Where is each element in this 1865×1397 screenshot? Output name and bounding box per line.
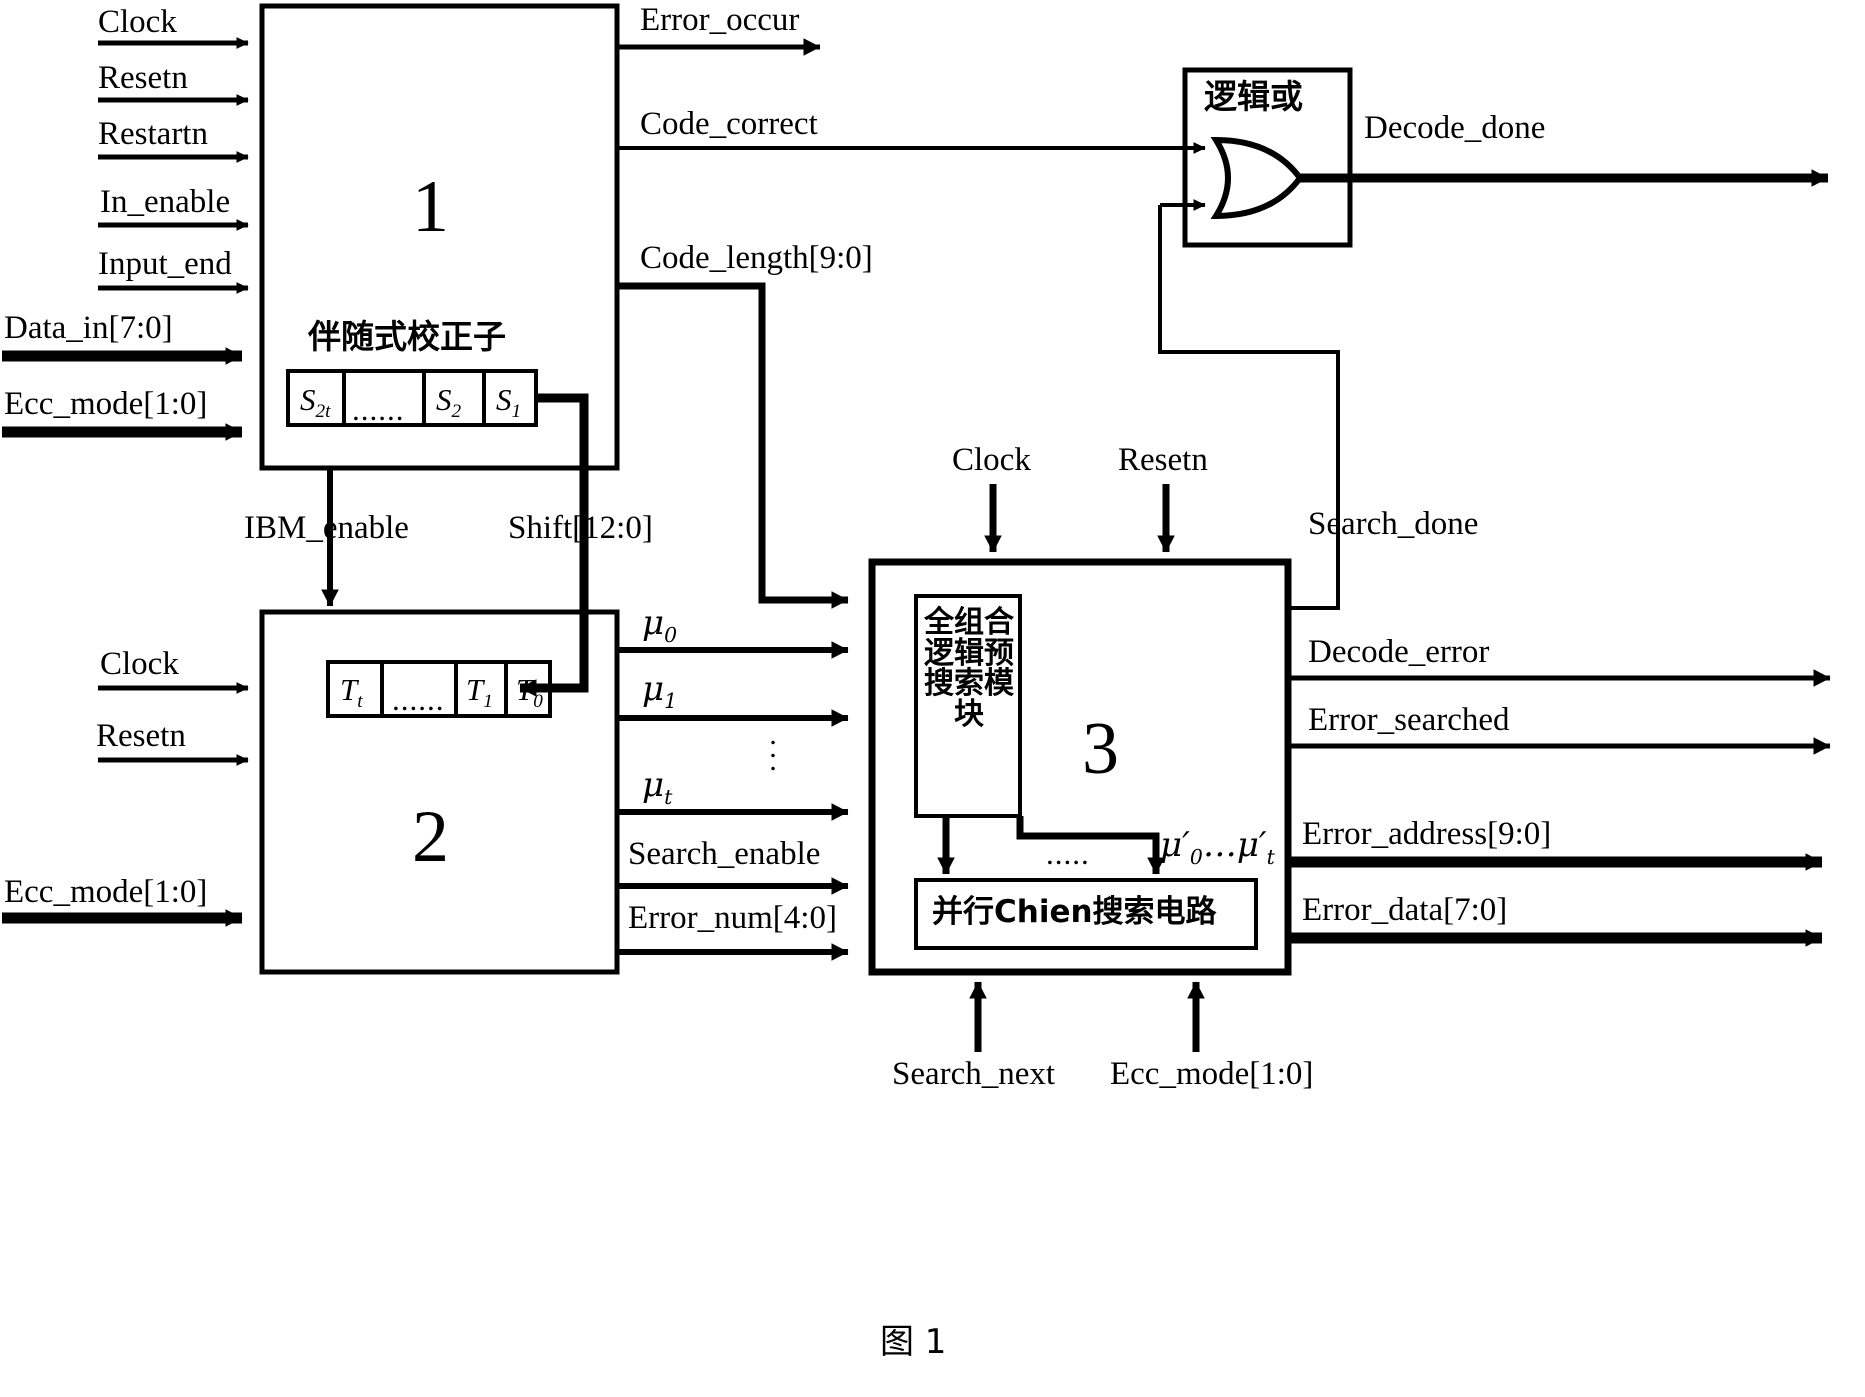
signal-label-ecc-mode-1: Ecc_mode[1:0] <box>4 386 208 422</box>
signal-label-clock-3: Clock <box>952 442 1031 478</box>
signal-label-code-length: Code_length[9:0] <box>640 240 873 276</box>
signal-label-error-data: Error_data[7:0] <box>1302 892 1508 928</box>
signal-label-ibm-enable: IBM_enable <box>244 510 409 546</box>
signal-label-resetn-3: Resetn <box>1118 442 1208 478</box>
signal-label-error-num: Error_num[4:0] <box>628 900 837 936</box>
t-register-cell-t0: T0 <box>516 672 543 713</box>
block-2-number: 2 <box>412 796 449 878</box>
signal-label-code-correct: Code_correct <box>640 106 818 142</box>
figure-canvas: Clock Resetn Restartn In_enable Input_en… <box>0 0 1865 1397</box>
signal-label-resetn-1: Resetn <box>98 60 188 96</box>
mu-prime-ellipsis: ..... <box>1046 836 1090 871</box>
signal-label-input-end: Input_end <box>98 246 232 282</box>
t-register-cell-t1: T1 <box>466 672 493 713</box>
syndrome-cell-ellipsis: ...... <box>352 392 405 427</box>
figure-caption: 图 1 <box>880 1322 947 1362</box>
or-gate-title: 逻辑或 <box>1204 77 1303 116</box>
presearch-module-label: 全组合逻辑预搜索模块 <box>924 605 1014 732</box>
block-1-number: 1 <box>412 166 449 248</box>
signal-label-resetn-2: Resetn <box>96 718 186 754</box>
signal-label-mu-0: μ0 <box>642 603 678 647</box>
signal-label-in-enable: In_enable <box>100 184 231 220</box>
signal-label-mu-1: μ1 <box>642 669 678 713</box>
mu-prime-bus-label: μ′0…μ′t <box>1160 825 1275 869</box>
signal-label-ecc-mode-2: Ecc_mode[1:0] <box>4 874 208 910</box>
signal-label-error-occur: Error_occur <box>640 2 800 38</box>
signal-label-search-enable: Search_enable <box>628 836 821 872</box>
signal-label-mu-t: μt <box>642 765 673 809</box>
block-1-inner-title: 伴随式校正子 <box>308 317 506 356</box>
signal-label-search-done: Search_done <box>1308 506 1479 542</box>
signal-label-decode-error: Decode_error <box>1308 634 1490 670</box>
t-register-cell-ellipsis: ...... <box>392 682 445 717</box>
syndrome-cell-s2t: S2t <box>300 382 331 423</box>
signal-label-error-address: Error_address[9:0] <box>1302 816 1552 852</box>
signal-label-clock-1: Clock <box>98 4 177 40</box>
signal-label-clock-2: Clock <box>100 646 179 682</box>
syndrome-cell-s1: S1 <box>496 382 522 423</box>
syndrome-cell-s2: S2 <box>436 382 462 423</box>
signal-label-data-in: Data_in[7:0] <box>4 310 173 346</box>
signal-label-decode-done: Decode_done <box>1364 110 1546 146</box>
signal-label-search-next: Search_next <box>892 1056 1056 1092</box>
t-register-cell-tt: Tt <box>340 672 363 713</box>
signal-label-ecc-mode-3: Ecc_mode[1:0] <box>1110 1056 1314 1092</box>
signal-label-shift: Shift[12:0] <box>508 510 653 546</box>
block-3-number: 3 <box>1082 708 1119 790</box>
chien-search-module-label: 并行Chien搜索电路 <box>932 894 1217 930</box>
mu-bus-vertical-ellipsis: ... <box>769 718 777 778</box>
signal-label-restartn: Restartn <box>98 116 208 152</box>
signal-label-error-searched: Error_searched <box>1308 702 1510 738</box>
